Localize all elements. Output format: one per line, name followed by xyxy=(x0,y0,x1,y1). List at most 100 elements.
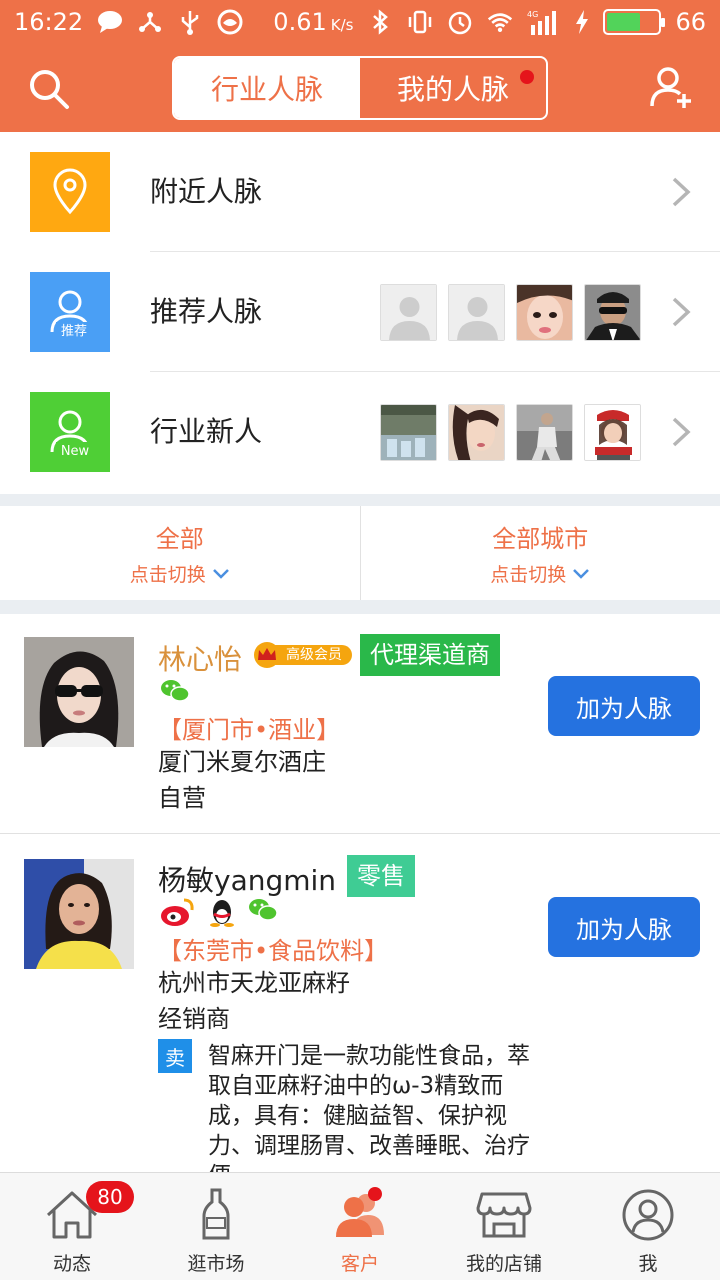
contact-avatar[interactable] xyxy=(24,859,134,969)
contact-business-type: 经销商 xyxy=(158,1005,230,1033)
svg-text:4G: 4G xyxy=(527,10,538,19)
nav-label: 客户 xyxy=(340,1253,379,1275)
avatar-photo[interactable] xyxy=(380,404,437,461)
bluetooth-icon xyxy=(367,9,393,35)
network-speed-unit: K/s xyxy=(330,16,354,34)
shortcut-nearby-contacts[interactable]: 附近人脉 xyxy=(0,132,720,252)
wechat-icon xyxy=(249,899,278,921)
shortcut-label: 附近人脉 xyxy=(150,175,263,208)
battery-level: 66 xyxy=(675,8,706,36)
city-filter-label: 全部城市 xyxy=(492,525,589,553)
contact-region: 【东莞市•食品饮料】 xyxy=(158,937,389,965)
search-button[interactable] xyxy=(24,64,76,116)
filter-bar: 全部 点击切换 全部城市 点击切换 xyxy=(0,506,720,600)
location-pin-icon xyxy=(30,152,110,232)
contact-business-type: 自营 xyxy=(158,784,206,812)
role-tag: 零售 xyxy=(347,855,415,897)
tab-label: 我的人脉 xyxy=(396,73,509,106)
add-contact-button[interactable] xyxy=(648,64,696,112)
industry-filter-label: 全部 xyxy=(155,525,204,553)
chevron-down-icon xyxy=(573,568,590,579)
contact-card[interactable]: 杨敏yangmin 零售 【东莞市•食品饮料】 杭州市天龙亚麻籽 经销商 卖 智… xyxy=(0,835,720,1172)
cell-signal-icon: 4G xyxy=(527,9,561,35)
segment-control: 行业人脉 我的人脉 xyxy=(172,56,548,120)
chevron-right-icon xyxy=(672,177,691,207)
avatar-photo[interactable] xyxy=(448,404,505,461)
wifi-icon xyxy=(487,9,513,35)
nav-label: 动态 xyxy=(52,1253,91,1275)
tab-label: 行业人脉 xyxy=(210,73,323,106)
avatar-photo[interactable] xyxy=(516,404,573,461)
contact-avatar[interactable] xyxy=(24,637,134,747)
avatar-placeholder[interactable] xyxy=(448,284,505,341)
chevron-down-icon xyxy=(212,568,229,579)
new-person-icon: New xyxy=(30,392,110,472)
vibrate-icon xyxy=(407,9,433,35)
role-tag: 代理渠道商 xyxy=(360,634,500,676)
crown-icon xyxy=(254,642,280,668)
contact-card[interactable]: 林心怡 高级会员 代理渠道商 【厦门市•酒业】 厦门米夏尔酒庄 自营 加为人脉 xyxy=(0,614,720,834)
battery-icon xyxy=(603,9,666,35)
nav-label: 逛市场 xyxy=(187,1253,245,1275)
contact-region: 【厦门市•酒业】 xyxy=(158,716,341,744)
tab-industry-contacts[interactable]: 行业人脉 xyxy=(174,58,360,118)
filter-hint-text: 点击切换 xyxy=(490,564,567,586)
network-speed: 0.61 K/s xyxy=(273,8,353,36)
status-bar: 16:22 0.61 K/s 4G 66 xyxy=(0,0,720,44)
social-icons xyxy=(160,678,190,704)
section-gap xyxy=(0,600,720,614)
avatar-photo[interactable] xyxy=(516,284,573,341)
city-filter[interactable]: 全部城市 点击切换 xyxy=(359,506,720,600)
vip-badge: 高级会员 xyxy=(252,642,352,668)
shortcut-recommended-contacts[interactable]: 推荐 推荐人脉 xyxy=(0,252,720,372)
social-icons xyxy=(160,897,278,927)
status-time: 16:22 xyxy=(14,8,84,36)
contact-name: 杨敏yangmin xyxy=(158,864,337,897)
wechat-icon xyxy=(161,680,190,702)
recommend-person-icon: 推荐 xyxy=(30,272,110,352)
usb-icon xyxy=(177,9,203,35)
contact-company: 厦门米夏尔酒庄 xyxy=(158,748,326,776)
filter-hint-text: 点击切换 xyxy=(129,564,206,586)
avatar-photo[interactable] xyxy=(584,284,641,341)
add-contact-button[interactable]: 加为人脉 xyxy=(548,897,700,957)
nav-my-store[interactable]: 我的店铺 xyxy=(432,1173,576,1280)
newcomer-avatars xyxy=(380,404,641,461)
add-contact-button[interactable]: 加为人脉 xyxy=(548,676,700,736)
store-icon xyxy=(476,1187,532,1243)
avatar-cartoon[interactable] xyxy=(584,404,641,461)
contact-name: 林心怡 xyxy=(158,643,243,676)
shortcut-list: 附近人脉 推荐 推荐人脉 New 行业新人 xyxy=(0,132,720,494)
nav-label: 我 xyxy=(638,1253,658,1275)
profile-icon xyxy=(620,1187,676,1243)
section-gap xyxy=(0,494,720,506)
nav-customers[interactable]: 客户 xyxy=(288,1173,432,1280)
recommended-avatars xyxy=(380,284,641,341)
chevron-right-icon xyxy=(672,417,691,447)
industry-filter[interactable]: 全部 点击切换 xyxy=(0,506,360,600)
sell-description: 智麻开门是一款功能性食品，萃取自亚麻籽油中的ω-3精致而成，具有：健脑益智、保护… xyxy=(208,1043,530,1172)
contact-company: 杭州市天龙亚麻籽 xyxy=(158,969,350,997)
message-icon xyxy=(97,9,123,35)
bottom-navigation: 动态 80 逛市场 客户 我的店铺 我 xyxy=(0,1172,720,1280)
search-icon xyxy=(30,70,69,109)
nav-feed[interactable]: 动态 80 xyxy=(0,1173,144,1280)
chevron-right-icon xyxy=(672,297,691,327)
unread-dot xyxy=(368,1187,382,1201)
nav-market[interactable]: 逛市场 xyxy=(144,1173,288,1280)
shortcut-label: 行业新人 xyxy=(150,415,263,448)
city-filter-hint: 点击切换 xyxy=(490,560,590,587)
unread-dot xyxy=(520,70,534,84)
network-speed-value: 0.61 xyxy=(273,8,327,36)
nav-label: 我的店铺 xyxy=(465,1253,542,1275)
charging-icon xyxy=(575,9,589,35)
shortcut-industry-newcomers[interactable]: New 行业新人 xyxy=(0,372,720,492)
tab-my-contacts[interactable]: 我的人脉 xyxy=(360,58,546,118)
avatar-placeholder[interactable] xyxy=(380,284,437,341)
nav-me[interactable]: 我 xyxy=(576,1173,720,1280)
alarm-icon xyxy=(447,9,473,35)
add-user-icon xyxy=(650,67,691,108)
share-icon xyxy=(137,9,163,35)
industry-filter-hint: 点击切换 xyxy=(130,560,230,587)
sell-badge: 卖 xyxy=(158,1039,192,1073)
